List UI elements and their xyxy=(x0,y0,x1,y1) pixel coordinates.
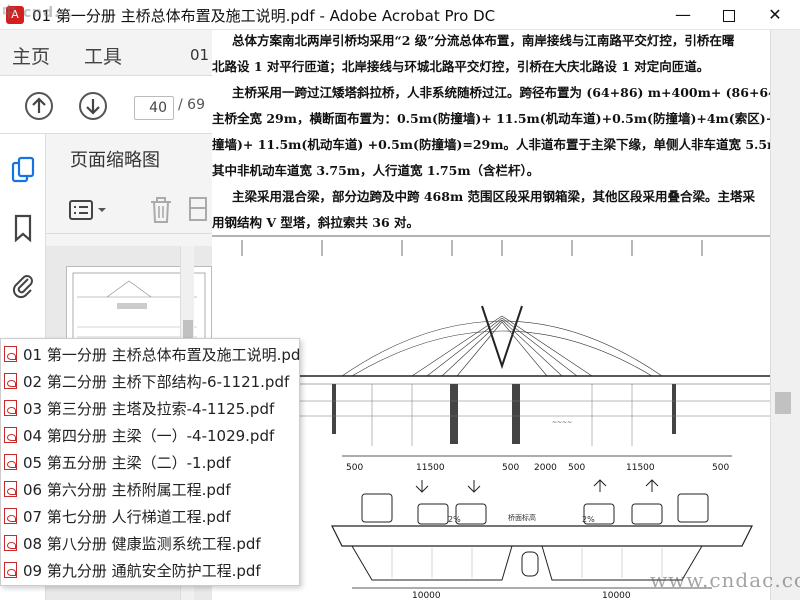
list-item[interactable]: 03 第三分册 主塔及拉索-4-1125.pdf xyxy=(1,395,301,422)
list-item[interactable]: 02 第二分册 主桥下部结构-6-1121.pdf xyxy=(1,368,301,395)
maximize-button[interactable] xyxy=(706,0,752,30)
acrobat-window: A 01 第一分册 主桥总体布置及施工说明.pdf - Adobe Acroba… xyxy=(0,0,800,600)
document-tab[interactable]: 01 xyxy=(190,46,209,64)
text-line: 其中非机动车道宽 3.75m，人行道宽 1.75m（含栏杆）。 xyxy=(212,163,540,178)
dim-text: 500 xyxy=(712,463,729,473)
text-line: 总体方案南北两岸引桥均采用“2 级”分流总体布置，南岸接线与江南路平交灯控，引桥… xyxy=(232,33,735,48)
file-name: 09 第九分册 通航安全防护工程.pdf xyxy=(23,562,261,580)
file-name: 08 第八分册 健康监测系统工程.pdf xyxy=(23,535,261,553)
page-number-input[interactable]: 40 xyxy=(134,96,174,120)
document-scrollbar[interactable] xyxy=(770,30,800,600)
file-list-popup: 01 第一分册 主桥总体布置及施工说明.pd 02 第二分册 主桥下部结构-6-… xyxy=(0,338,300,586)
page-total: / 69 xyxy=(178,97,205,113)
file-name: 01 第一分册 主桥总体布置及施工说明.pd xyxy=(23,346,301,364)
panel-toolbar xyxy=(46,190,212,234)
pdf-file-icon xyxy=(4,454,17,470)
document-scrollbar-thumb[interactable] xyxy=(775,392,791,414)
title-bar: A 01 第一分册 主桥总体布置及施工说明.pdf - Adobe Acroba… xyxy=(0,0,800,30)
text-line: 主桥采用一跨过江矮塔斜拉桥，人非系统随桥过江。跨径布置为 (64+86) m+4… xyxy=(232,85,784,100)
file-name: 03 第三分册 主塔及拉索-4-1125.pdf xyxy=(23,400,275,418)
pdf-file-icon xyxy=(4,508,17,524)
pdf-file-icon xyxy=(4,346,17,362)
text-line: 撞墙)+ 11.5m(机动车道) +0.5m(防撞墙)=29m。人非道布置于主梁… xyxy=(212,137,784,152)
dim-text: 2000 xyxy=(534,463,557,473)
list-item[interactable]: 01 第一分册 主桥总体布置及施工说明.pd xyxy=(1,341,301,368)
page-thumbnails-icon[interactable] xyxy=(10,156,36,184)
arrow-up-icon xyxy=(32,97,46,113)
pdf-file-icon xyxy=(4,481,17,497)
maximize-icon xyxy=(723,9,735,22)
file-name: 02 第二分册 主桥下部结构-6-1121.pdf xyxy=(23,373,290,391)
close-button[interactable]: ✕ xyxy=(752,0,798,30)
dim-text: 500 xyxy=(346,463,363,473)
dim-text: 10000 xyxy=(602,591,631,600)
minimize-button[interactable]: — xyxy=(660,0,706,30)
arrow-down-icon xyxy=(86,99,100,115)
dim-text: 10000 xyxy=(412,591,441,600)
slope-right: 2% xyxy=(582,515,595,524)
previous-page-button[interactable] xyxy=(25,92,53,120)
slope-left: 2% xyxy=(448,515,461,524)
list-item[interactable]: 07 第七分册 人行梯道工程.pdf xyxy=(1,503,301,530)
text-line: 北路设 1 对平行匝道；北岸接线与环城北路平交灯控，引桥在大庆北路设 1 对定向… xyxy=(212,59,710,74)
svg-text:~~~~: ~~~~ xyxy=(552,419,572,426)
document-text: 总体方案南北两岸引桥均采用“2 级”分流总体布置，南岸接线与江南路平交灯控，引桥… xyxy=(212,30,784,230)
dim-text: 500 xyxy=(568,463,585,473)
dim-text: 11500 xyxy=(626,463,655,473)
bookmark-icon[interactable] xyxy=(10,214,36,242)
file-name: 07 第七分册 人行梯道工程.pdf xyxy=(23,508,231,526)
watermark-top-left: 中 cnd... xyxy=(2,5,74,21)
pdf-file-icon xyxy=(4,562,17,578)
tab-home[interactable]: 主页 xyxy=(12,42,50,69)
extract-page-icon[interactable] xyxy=(186,194,212,226)
file-name: 04 第四分册 主梁（一）-4-1029.pdf xyxy=(23,427,275,445)
file-name: 06 第六分册 主桥附属工程.pdf xyxy=(23,481,231,499)
watermark-bottom-right: www.cndac.com xyxy=(650,568,800,592)
dim-text: 500 xyxy=(502,463,519,473)
menu-tabs: 主页 工具 01 xyxy=(0,30,212,76)
pdf-file-icon xyxy=(4,400,17,416)
pdf-file-icon xyxy=(4,373,17,389)
list-item[interactable]: 04 第四分册 主梁（一）-4-1029.pdf xyxy=(1,422,301,449)
page-navigation-bar: 40 / 69 xyxy=(0,76,212,134)
pdf-file-icon xyxy=(4,535,17,551)
window-title: 01 第一分册 主桥总体布置及施工说明.pdf - Adobe Acrobat … xyxy=(32,7,496,25)
text-line: 主梁采用混合梁，部分边跨及中跨 468m 范围区段采用钢箱梁，其他区段采用叠合梁… xyxy=(232,189,756,204)
list-item[interactable]: 08 第八分册 健康监测系统工程.pdf xyxy=(1,530,301,557)
panel-title: 页面缩略图 xyxy=(70,150,160,171)
list-item[interactable]: 09 第九分册 通航安全防护工程.pdf xyxy=(1,557,301,584)
dim-text: 11500 xyxy=(416,463,445,473)
drawing-label: 桥面标高 xyxy=(508,513,536,522)
attachment-icon[interactable] xyxy=(10,271,36,299)
options-menu-icon[interactable] xyxy=(68,196,110,226)
next-page-button[interactable] xyxy=(79,92,107,120)
file-name: 05 第五分册 主梁（二）-1.pdf xyxy=(23,454,231,472)
delete-page-icon[interactable] xyxy=(148,194,174,226)
list-item[interactable]: 06 第六分册 主桥附属工程.pdf xyxy=(1,476,301,503)
tab-tools[interactable]: 工具 xyxy=(84,42,122,69)
pdf-file-icon xyxy=(4,427,17,443)
text-line: 主桥全宽 29m，横断面布置为：0.5m(防撞墙)+ 11.5m(机动车道)+0… xyxy=(212,111,784,126)
list-item[interactable]: 05 第五分册 主梁（二）-1.pdf xyxy=(1,449,301,476)
